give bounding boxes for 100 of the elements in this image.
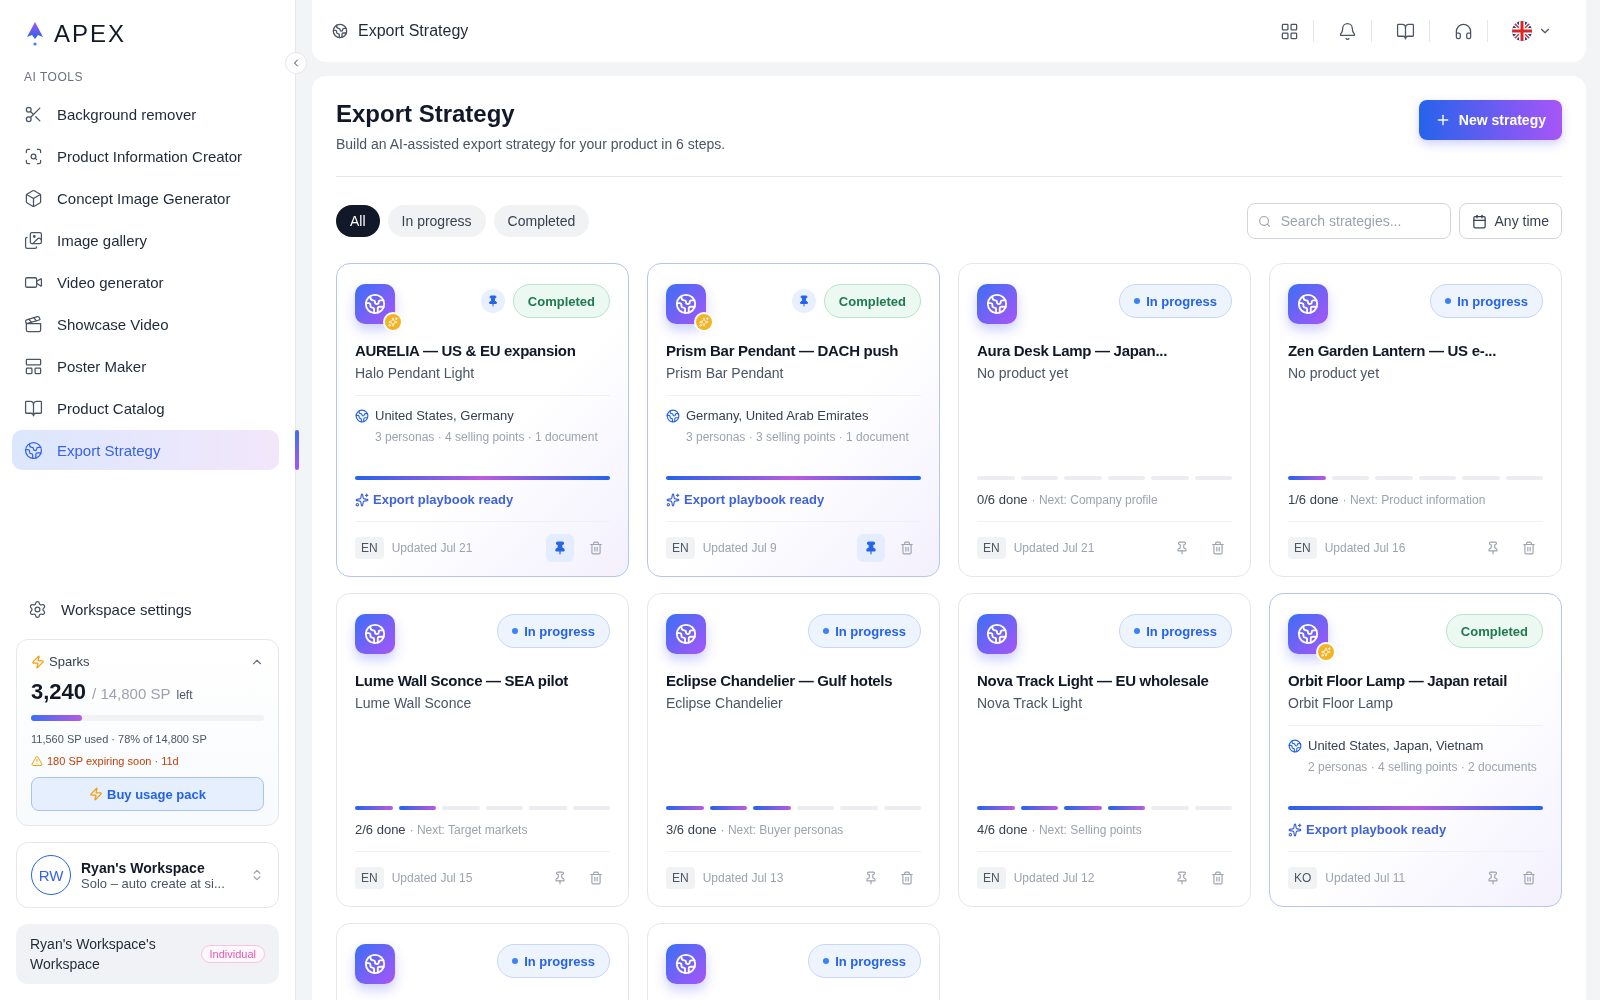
pin-icon — [553, 541, 567, 555]
bell-icon — [1338, 21, 1357, 41]
updated-date: Updated Jul 13 — [702, 871, 784, 885]
strategy-card[interactable]: In progress — [336, 923, 629, 1000]
sparks-total: / 14,800 SP — [92, 685, 171, 702]
warning-icon — [31, 755, 43, 767]
nav-item[interactable]: Showcase Video — [12, 304, 279, 344]
active-indicator — [295, 430, 299, 470]
rocket-logo-icon — [24, 21, 46, 47]
workspace-switcher[interactable]: RW Ryan's Workspace Solo – auto create at si... — [16, 842, 279, 908]
card-title: Lume Wall Sconce — SEA pilot — [355, 671, 570, 691]
globe-tile-icon — [666, 614, 706, 654]
strategy-card[interactable]: In progress Nova Track Light — EU wholesale Nova Track Light 4/6 done · Next: Selling points EN Updated Jul 12 — [958, 593, 1251, 907]
layout-icon — [24, 356, 43, 376]
updated-date: Updated Jul 21 — [391, 541, 473, 555]
done-count: 4/6 done — [977, 822, 1028, 837]
markets-text: Germany, United Arab Emirates — [686, 408, 869, 423]
filter-tab[interactable]: All — [336, 205, 380, 237]
workspace-subtitle: Solo – auto create at si... — [81, 875, 226, 891]
markets-text: United States, Japan, Vietnam — [1308, 738, 1484, 753]
product-name: Lume Wall Sconce — [355, 695, 473, 711]
pin-button[interactable] — [546, 534, 574, 562]
strategy-card[interactable]: In progress Eclipse Chandelier — Gulf hotels Eclipse Chandelier 3/6 done · Next: Buyer personas EN Updated Jul 13 — [647, 593, 940, 907]
card-meta: 2 personas · 4 selling points · 2 documents — [1307, 759, 1538, 776]
workspace-settings-link[interactable]: Workspace settings — [12, 589, 279, 629]
buy-usage-pack-button[interactable]: Buy usage pack — [31, 777, 264, 811]
images-icon — [24, 230, 43, 250]
usage-text: 11,560 SP used · 78% of 14,800 SP — [31, 733, 207, 745]
language-tag: KO — [1288, 867, 1318, 889]
language-tag: EN — [1288, 537, 1317, 559]
filter-tab[interactable]: Completed — [493, 205, 590, 237]
strategy-card[interactable]: In progress Lume Wall Sconce — SEA pilot Lume Wall Sconce 2/6 done · Next: Target markets EN Updated Jul 15 — [336, 593, 629, 907]
sparks-suffix: left — [176, 688, 193, 702]
uk-flag-icon — [1512, 21, 1532, 41]
sparkles-icon — [666, 492, 680, 507]
pin-icon — [1486, 541, 1500, 555]
book-icon — [1396, 21, 1415, 41]
trash-icon — [589, 871, 603, 885]
expiry-warning: 180 SP expiring soon · 11d — [47, 755, 179, 767]
status-badge: Completed — [512, 284, 610, 318]
updated-date: Updated Jul 12 — [1013, 871, 1095, 885]
nav-item[interactable]: Poster Maker — [12, 346, 279, 386]
done-count: 2/6 done — [355, 822, 406, 837]
playbook-ready-link[interactable]: Export playbook ready — [666, 492, 825, 507]
pin-button[interactable] — [857, 534, 885, 562]
playbook-ready-link[interactable]: Export playbook ready — [355, 492, 514, 507]
nav-item[interactable]: Product Catalog — [12, 388, 279, 428]
chevrons-icon — [250, 868, 264, 882]
clapperboard-icon — [24, 314, 43, 334]
scissors-icon — [24, 104, 43, 124]
section-label: AI TOOLS — [23, 70, 84, 84]
grid-icon — [1280, 21, 1299, 41]
updated-date: Updated Jul 15 — [391, 871, 473, 885]
updated-date: Updated Jul 11 — [1325, 871, 1406, 885]
status-badge: In progress — [1119, 614, 1232, 648]
updated-date: Updated Jul 16 — [1324, 541, 1406, 555]
globe-tile-icon — [977, 284, 1017, 324]
page-title: Export Strategy — [336, 100, 516, 128]
strategy-card[interactable]: Completed AURELIA — US & EU expansion Halo Pendant Light United States, Germany 3 personas · 4 selling points · 1 document Export playbook ready EN Updated Jul 21 — [336, 263, 629, 577]
nav-item[interactable]: Export Strategy — [12, 430, 279, 470]
status-badge: Completed — [823, 284, 921, 318]
nav-item[interactable]: Product Information Creator — [12, 136, 279, 176]
new-strategy-button[interactable]: New strategy — [1418, 100, 1562, 140]
pin-icon — [864, 541, 878, 555]
product-name: Halo Pendant Light — [355, 365, 476, 381]
card-meta: 3 personas · 3 selling points · 1 document — [685, 429, 910, 446]
globe-tile-icon — [977, 614, 1017, 654]
date-filter-button[interactable]: Any time — [1458, 203, 1562, 239]
language-tag: EN — [666, 537, 695, 559]
cube-icon — [24, 188, 43, 208]
language-tag: EN — [666, 867, 695, 889]
status-badge: In progress — [497, 614, 610, 648]
strategy-card[interactable]: In progress Aura Desk Lamp — Japan... No product yet 0/6 done · Next: Company profile EN Updated Jul 21 — [958, 263, 1251, 577]
filter-tab[interactable]: In progress — [387, 205, 486, 237]
language-tag: EN — [977, 537, 1006, 559]
language-tag: EN — [355, 537, 384, 559]
card-title: Nova Track Light — EU wholesale — [977, 671, 1210, 691]
globe-icon — [355, 408, 369, 423]
trash-icon — [1522, 871, 1536, 885]
nav-item[interactable]: Image gallery — [12, 220, 279, 260]
product-name: No product yet — [977, 365, 1070, 381]
trash-icon — [900, 871, 914, 885]
trash-icon — [589, 541, 603, 555]
strategy-card[interactable]: Completed Prism Bar Pendant — DACH push Prism Bar Pendant Germany, United Arab Emirates 3 personas · 3 selling points · 1 document Export playbook ready EN Updated Jul 9 — [647, 263, 940, 577]
page-subtitle: Build an AI-assisted export strategy for your product in 6 steps. — [336, 136, 726, 152]
playbook-ready-link[interactable]: Export playbook ready — [1288, 822, 1447, 837]
globe-icon — [24, 440, 43, 460]
next-step: · Next: Product information — [1342, 492, 1486, 507]
next-step: · Next: Selling points — [1031, 822, 1142, 837]
nav-item[interactable]: Background remover — [12, 94, 279, 134]
card-title: Zen Garden Lantern — US e-... — [1288, 341, 1497, 361]
nav-item[interactable]: Concept Image Generator — [12, 178, 279, 218]
collapse-button[interactable] — [285, 52, 307, 74]
strategy-card[interactable]: Completed Orbit Floor Lamp — Japan retail Orbit Floor Lamp United States, Japan, Vietnam 2 personas · 4 selling points · 2 documents Export playbook ready KO Updated Jul 11 — [1269, 593, 1562, 907]
next-step: · Next: Company profile — [1031, 492, 1158, 507]
strategy-card[interactable]: In progress — [647, 923, 940, 1000]
strategy-card[interactable]: In progress Zen Garden Lantern — US e-... No product yet 1/6 done · Next: Product information EN Updated Jul 16 — [1269, 263, 1562, 577]
headset-icon — [1454, 21, 1473, 41]
nav-item[interactable]: Video generator — [12, 262, 279, 302]
search-field[interactable]: Search strategies... — [1246, 203, 1451, 239]
